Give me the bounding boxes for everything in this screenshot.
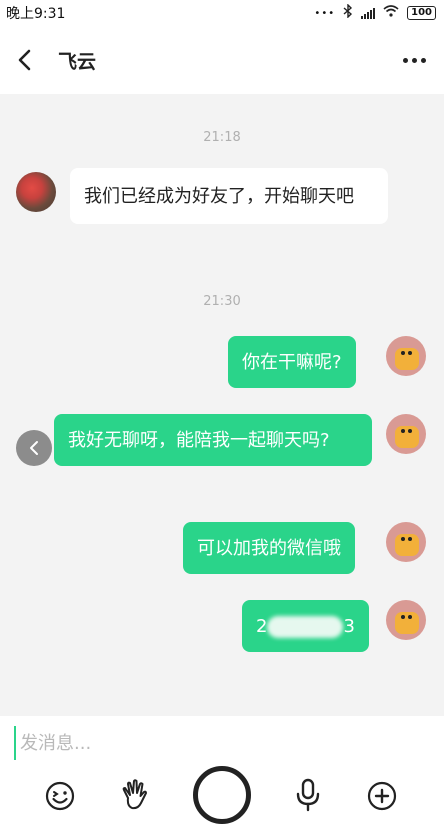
wave-hand-icon bbox=[122, 779, 147, 810]
status-time: 晚上9:31 bbox=[6, 6, 66, 22]
wifi-icon bbox=[383, 5, 399, 21]
more-dot-icon bbox=[402, 57, 408, 63]
more-options-button[interactable] bbox=[398, 50, 430, 70]
record-button[interactable] bbox=[193, 766, 251, 824]
bluetooth-icon bbox=[343, 3, 353, 22]
friend-avatar[interactable] bbox=[16, 172, 56, 212]
message-bubble-sent[interactable]: 23 bbox=[242, 600, 369, 652]
my-avatar[interactable] bbox=[386, 522, 426, 562]
plus-button[interactable] bbox=[364, 778, 400, 814]
back-button[interactable] bbox=[0, 26, 48, 94]
redacted-blur bbox=[267, 616, 344, 638]
message-bubble-received[interactable]: 我们已经成为好友了，开始聊天吧 bbox=[70, 168, 388, 224]
message-bubble-sent[interactable]: 我好无聊呀，能陪我一起聊天吗? bbox=[54, 414, 372, 466]
plus-icon bbox=[367, 781, 397, 811]
chat-header: 飞云 bbox=[0, 26, 444, 94]
input-bar bbox=[0, 716, 444, 828]
wave-button[interactable] bbox=[116, 776, 154, 814]
emoji-button[interactable] bbox=[42, 778, 78, 814]
side-arrow-button[interactable] bbox=[16, 430, 52, 466]
signal-icon bbox=[361, 7, 376, 19]
timestamp: 21:18 bbox=[203, 130, 241, 145]
message-text-end: 3 bbox=[343, 616, 355, 637]
my-avatar[interactable] bbox=[386, 414, 426, 454]
message-bubble-sent[interactable]: 可以加我的微信哦 bbox=[183, 522, 355, 574]
chevron-left-icon bbox=[30, 441, 38, 455]
status-bar: 晚上9:31 ••• 100 bbox=[0, 0, 444, 26]
more-dot-icon bbox=[411, 57, 417, 63]
emoji-icon bbox=[45, 781, 75, 811]
message-input[interactable] bbox=[14, 726, 430, 760]
voice-button[interactable] bbox=[290, 776, 326, 814]
chat-title: 飞云 bbox=[58, 50, 97, 73]
message-text-start: 2 bbox=[256, 616, 268, 637]
microphone-icon bbox=[296, 778, 320, 812]
battery-icon: 100 bbox=[407, 6, 436, 20]
chevron-left-icon bbox=[18, 49, 31, 71]
chat-area[interactable]: 21:18 我们已经成为好友了，开始聊天吧 21:30 你在干嘛呢? 我好无聊呀… bbox=[0, 94, 444, 716]
more-dot-icon bbox=[420, 57, 426, 63]
status-icons: ••• 100 bbox=[314, 3, 436, 22]
status-dots: ••• bbox=[314, 7, 336, 19]
my-avatar[interactable] bbox=[386, 336, 426, 376]
message-bubble-sent[interactable]: 你在干嘛呢? bbox=[228, 336, 356, 388]
timestamp: 21:30 bbox=[203, 294, 241, 309]
my-avatar[interactable] bbox=[386, 600, 426, 640]
